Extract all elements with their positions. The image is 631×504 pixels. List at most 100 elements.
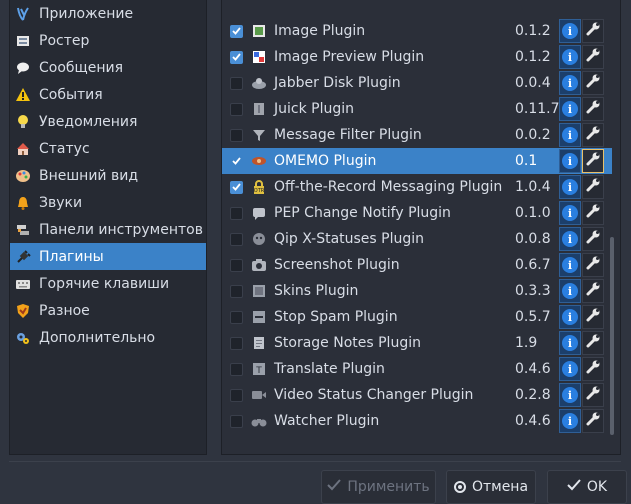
plugin-row[interactable]: OTR Off-the-Record Messaging Plugin 1.0.4 i	[222, 174, 612, 200]
plugin-name: Watcher Plugin	[274, 413, 380, 429]
plugin-info-button[interactable]: i	[559, 123, 581, 147]
plugin-info-button[interactable]: i	[559, 45, 581, 69]
plugin-row[interactable]: Juick Plugin 0.11.7 i	[222, 96, 612, 122]
info-icon: i	[562, 231, 578, 247]
plugin-settings-button[interactable]	[582, 123, 604, 147]
plugin-info-button[interactable]: i	[559, 305, 581, 329]
plugin-settings-button[interactable]	[582, 305, 604, 329]
sidebar-item[interactable]: Дополнительно	[10, 324, 206, 351]
plugin-enable-checkbox[interactable]	[230, 50, 243, 64]
info-icon: i	[562, 309, 578, 325]
plugin-settings-button[interactable]	[582, 71, 604, 95]
notifications-bulb-icon	[14, 113, 32, 131]
plugin-info-button[interactable]: i	[559, 149, 581, 173]
plugin-row[interactable]: PEP Change Notify Plugin 0.1.0 i	[222, 200, 612, 226]
plugin-enable-checkbox[interactable]	[230, 206, 243, 220]
plugin-settings-button[interactable]	[582, 357, 604, 381]
plugin-settings-button[interactable]	[582, 253, 604, 277]
sidebar-item[interactable]: Сообщения	[10, 54, 206, 81]
plugin-settings-button[interactable]	[582, 149, 604, 173]
plugin-enable-checkbox[interactable]	[230, 102, 243, 116]
sidebar-item[interactable]: Статус	[10, 135, 206, 162]
plugin-enable-checkbox[interactable]	[230, 284, 243, 298]
plugin-enable-checkbox[interactable]	[230, 24, 243, 38]
ok-button[interactable]: OK	[547, 470, 627, 504]
plugin-settings-button[interactable]	[582, 227, 604, 251]
sidebar-item[interactable]: Плагины	[10, 243, 206, 270]
plugin-row[interactable]: Qip X-Statuses Plugin 0.0.8 i	[222, 226, 612, 252]
plugin-row[interactable]: Image Plugin 0.1.2 i	[222, 18, 612, 44]
wrench-icon	[585, 73, 601, 93]
cancel-button[interactable]: Отмена	[446, 470, 536, 504]
wrench-icon	[585, 203, 601, 223]
plugin-enable-checkbox[interactable]	[230, 128, 243, 142]
plugin-settings-button[interactable]	[582, 279, 604, 303]
plugin-row[interactable]: T Translate Plugin 0.4.6 i	[222, 356, 612, 382]
plugin-settings-button[interactable]	[582, 19, 604, 43]
plugin-row[interactable]: Video Status Changer Plugin 0.2.8 i	[222, 382, 612, 408]
plugin-info-button[interactable]: i	[559, 71, 581, 95]
plugin-info-button[interactable]: i	[559, 331, 581, 355]
plugin-enable-checkbox[interactable]	[230, 155, 243, 168]
plugin-info-button[interactable]: i	[559, 383, 581, 407]
plugin-settings-button[interactable]	[582, 409, 604, 433]
plugin-enable-checkbox[interactable]	[230, 232, 243, 246]
plugin-row[interactable]: Jabber Disk Plugin 0.0.4 i	[222, 70, 612, 96]
apply-button[interactable]: Применить	[321, 470, 436, 504]
plugin-settings-button[interactable]	[582, 175, 604, 199]
plugin-row[interactable]: Storage Notes Plugin 1.9 i	[222, 330, 612, 356]
sidebar-item[interactable]: Разное	[10, 297, 206, 324]
plugin-version: 0.4.6	[515, 361, 551, 377]
plugin-enable-checkbox[interactable]	[230, 362, 243, 376]
plugin-settings-button[interactable]	[582, 331, 604, 355]
omemo-icon	[251, 153, 267, 169]
plugin-settings-button[interactable]	[582, 45, 604, 69]
plugin-info-button[interactable]: i	[559, 19, 581, 43]
plugin-version: 0.4.6	[515, 413, 551, 429]
plugin-settings-button[interactable]	[582, 383, 604, 407]
plugin-row[interactable]: Screenshot Plugin 0.6.7 i	[222, 252, 612, 278]
plugin-settings-button[interactable]	[582, 201, 604, 225]
plugin-info-button[interactable]: i	[559, 279, 581, 303]
plugin-name: Screenshot Plugin	[274, 257, 400, 273]
plugin-info-button[interactable]: i	[559, 409, 581, 433]
wrench-icon	[585, 281, 601, 301]
plugin-enable-checkbox[interactable]	[230, 310, 243, 324]
plugin-info-button[interactable]: i	[559, 227, 581, 251]
plugin-enable-checkbox[interactable]	[230, 180, 243, 194]
sidebar-item[interactable]: Уведомления	[10, 108, 206, 135]
sidebar-item[interactable]: Приложение	[10, 0, 206, 27]
plugin-info-button[interactable]: i	[559, 357, 581, 381]
sidebar-item[interactable]: Ростер	[10, 27, 206, 54]
plugin-row[interactable]: Skins Plugin 0.3.3 i	[222, 278, 612, 304]
sidebar-item[interactable]: Звуки	[10, 189, 206, 216]
plugin-version: 1.9	[515, 335, 538, 351]
plugin-info-button[interactable]: i	[559, 201, 581, 225]
sidebar-item-label: Разное	[39, 302, 90, 319]
plugin-enable-checkbox[interactable]	[230, 258, 243, 272]
plugin-enable-checkbox[interactable]	[230, 388, 243, 402]
plugin-row[interactable]: Stop Spam Plugin 0.5.7 i	[222, 304, 612, 330]
wrench-icon	[585, 333, 601, 353]
plugin-row[interactable]: Image Preview Plugin 0.1.2 i	[222, 44, 612, 70]
sidebar-item[interactable]: Панели инструментов	[10, 216, 206, 243]
translate-icon: T	[251, 361, 267, 377]
sidebar-item[interactable]: События	[10, 81, 206, 108]
plugin-info-button[interactable]: i	[559, 253, 581, 277]
plugin-info-button[interactable]: i	[559, 97, 581, 121]
plugin-row[interactable]: OMEMO Plugin 0.1 i	[222, 148, 612, 174]
plugin-info-button[interactable]: i	[559, 175, 581, 199]
info-icon: i	[562, 49, 578, 65]
plugin-enable-checkbox[interactable]	[230, 414, 243, 428]
plugin-enable-checkbox[interactable]	[230, 76, 243, 90]
info-icon: i	[562, 153, 578, 169]
plugin-name: Off-the-Record Messaging Plugin	[274, 179, 503, 195]
plugin-row[interactable]: Watcher Plugin 0.4.6 i	[222, 408, 612, 434]
image-preview-icon	[251, 49, 267, 65]
plugin-row[interactable]: Message Filter Plugin 0.0.2 i	[222, 122, 612, 148]
plugin-settings-button[interactable]	[582, 97, 604, 121]
sidebar-item[interactable]: Горячие клавиши	[10, 270, 206, 297]
wrench-icon	[585, 359, 601, 379]
plugin-enable-checkbox[interactable]	[230, 336, 243, 350]
sidebar-item[interactable]: Внешний вид	[10, 162, 206, 189]
